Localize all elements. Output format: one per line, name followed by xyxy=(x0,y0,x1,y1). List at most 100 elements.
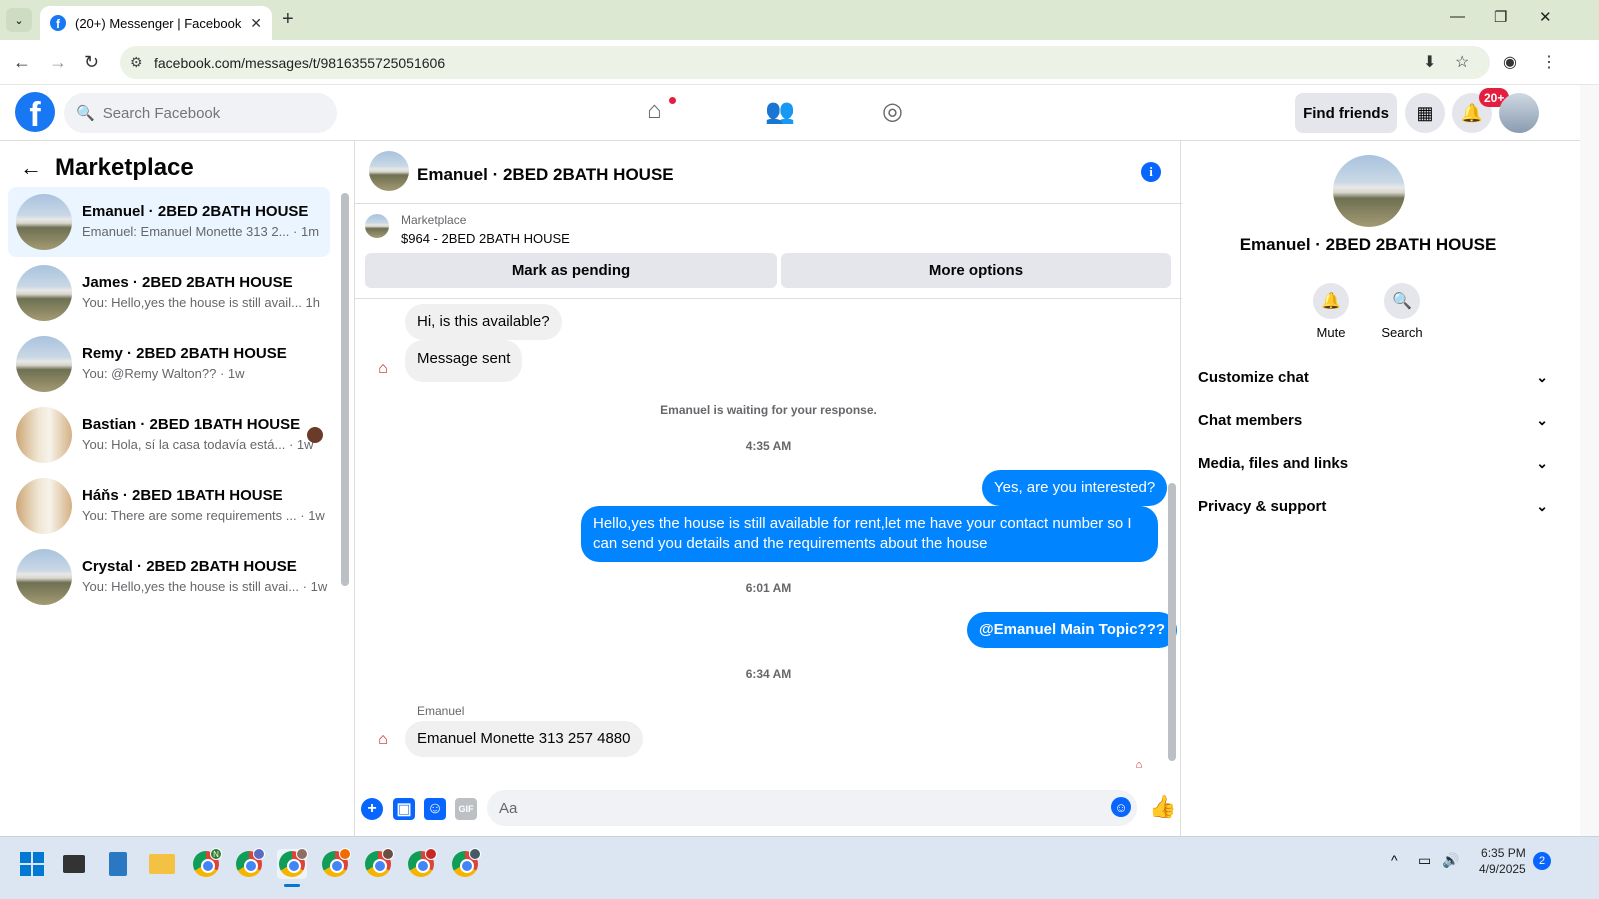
timestamp: 6:01 AM xyxy=(745,581,792,595)
chrome-profile-icon[interactable]: N xyxy=(191,848,222,879)
sender-name: Emanuel xyxy=(417,704,465,718)
marketplace-listing-bar: Marketplace $964 - 2BED 2BATH HOUSE Mark… xyxy=(355,204,1182,299)
chrome-profile-icon[interactable] xyxy=(450,848,481,879)
site-info-icon[interactable]: ⚙ xyxy=(130,54,143,71)
browser-menu-icon[interactable]: ⋮ xyxy=(1541,52,1557,72)
conversation-preview: Emanuel: Emanuel Monette 313 2... · 1m xyxy=(82,224,320,239)
conversation-item[interactable]: Bastian · 2BED 1BATH HOUSE You: Hola, sí… xyxy=(8,400,330,470)
thumbs-up-icon[interactable]: 👍 xyxy=(1149,794,1176,820)
conversation-item[interactable]: Emanuel · 2BED 2BATH HOUSE Emanuel: Eman… xyxy=(8,187,330,257)
chrome-profile-icon[interactable] xyxy=(320,848,351,879)
back-arrow-icon[interactable]: ← xyxy=(20,155,42,181)
outgoing-message[interactable]: Yes, are you interested? xyxy=(982,470,1168,506)
media-files-links-row[interactable]: Media, files and links ⌄ xyxy=(1198,455,1548,472)
conversation-item[interactable]: James · 2BED 2BATH HOUSE You: Hello,yes … xyxy=(8,258,330,328)
chat-members-row[interactable]: Chat members ⌄ xyxy=(1198,412,1548,429)
search-input[interactable] xyxy=(102,104,323,122)
restore-icon[interactable]: ❐ xyxy=(1494,8,1507,26)
chrome-profile-icon[interactable] xyxy=(277,848,308,879)
emoji-icon[interactable]: ☺ xyxy=(1111,797,1131,817)
message-input[interactable]: Aa xyxy=(487,790,1137,826)
windows-start-icon[interactable] xyxy=(17,849,47,879)
listing-thumbnail[interactable] xyxy=(365,214,389,238)
privacy-support-row[interactable]: Privacy & support ⌄ xyxy=(1198,498,1548,515)
chevron-down-icon: ⌄ xyxy=(1536,455,1548,471)
plus-icon[interactable]: + xyxy=(361,798,383,820)
home-icon[interactable]: ⌂ xyxy=(647,97,662,125)
conversation-list-scrollbar[interactable] xyxy=(341,193,349,586)
install-app-icon[interactable]: ⬇ xyxy=(1423,52,1436,72)
chat-panel: Emanuel · 2BED 2BATH HOUSE i Marketplace… xyxy=(354,141,1182,836)
conversation-preview: You: @Remy Walton?? · 1w xyxy=(82,366,245,381)
browser-tab-strip: ⌄ f (20+) Messenger | Facebook ✕ + — ❐ ✕ xyxy=(0,0,1599,40)
facebook-logo-icon[interactable]: f xyxy=(15,92,55,132)
facebook-favicon-icon: f xyxy=(50,15,66,31)
url-field[interactable]: ⚙ facebook.com/messages/t/98163557250516… xyxy=(120,46,1490,79)
find-friends-button[interactable]: Find friends xyxy=(1295,93,1397,133)
info-icon[interactable]: i xyxy=(1141,162,1161,182)
incoming-message[interactable]: Hi, is this available? xyxy=(405,304,562,340)
sticker-icon[interactable]: ☺ xyxy=(424,798,446,820)
back-icon[interactable]: ← xyxy=(13,52,31,73)
chat-title[interactable]: Emanuel · 2BED 2BATH HOUSE xyxy=(417,165,674,185)
file-explorer-icon[interactable] xyxy=(147,849,177,879)
system-clock[interactable]: 6:35 PM 4/9/2025 xyxy=(1479,845,1526,877)
chevron-down-icon: ⌄ xyxy=(1536,369,1548,385)
menu-grid-icon[interactable]: ▦ xyxy=(1405,93,1445,133)
close-window-icon[interactable]: ✕ xyxy=(1539,8,1552,26)
incoming-message[interactable]: Message sent xyxy=(405,340,523,382)
chevron-down-icon: ⌄ xyxy=(1536,412,1548,428)
notepad-icon[interactable] xyxy=(103,849,133,879)
profile-icon[interactable]: ◉ xyxy=(1503,52,1517,72)
task-view-icon[interactable] xyxy=(59,849,89,879)
chat-scrollbar[interactable] xyxy=(1168,483,1176,761)
listing-title[interactable]: $964 - 2BED 2BATH HOUSE xyxy=(401,231,570,246)
conversation-item[interactable]: Crystal · 2BED 2BATH HOUSE You: Hello,ye… xyxy=(8,542,330,612)
browser-tab[interactable]: f (20+) Messenger | Facebook ✕ xyxy=(40,6,272,40)
url-text: facebook.com/messages/t/9816355725051606 xyxy=(154,54,446,71)
page-scrollbar[interactable] xyxy=(1580,85,1599,836)
conversation-name: Háňs · 2BED 1BATH HOUSE xyxy=(82,487,283,504)
conversation-name: Crystal · 2BED 2BATH HOUSE xyxy=(82,558,297,575)
search-in-chat-button[interactable]: 🔍 Search xyxy=(1367,283,1437,340)
facebook-header: f 🔍 ⌂ 👥 ◎ Find friends ▦ 🔔 xyxy=(0,85,1580,141)
notification-center-badge[interactable]: 2 xyxy=(1533,852,1551,870)
more-options-button[interactable]: More options xyxy=(781,253,1171,288)
conversation-item[interactable]: Remy · 2BED 2BATH HOUSE You: @Remy Walto… xyxy=(8,329,330,399)
bookmark-star-icon[interactable]: ☆ xyxy=(1455,52,1469,72)
account-avatar[interactable] xyxy=(1499,93,1539,133)
chrome-profile-icon[interactable] xyxy=(234,848,265,879)
customize-chat-row[interactable]: Customize chat ⌄ xyxy=(1198,369,1548,386)
gif-icon[interactable]: GIF xyxy=(455,798,477,820)
mute-button[interactable]: 🔔 Mute xyxy=(1296,283,1366,340)
tab-search-button[interactable]: ⌄ xyxy=(6,8,32,32)
windows-taskbar: N ^ ▭ 🔊 6:35 PM 4/9/2025 2 xyxy=(0,836,1599,899)
conversation-thumbnail xyxy=(16,407,72,463)
minimize-icon[interactable]: — xyxy=(1450,8,1465,25)
photo-icon[interactable]: ▣ xyxy=(393,798,415,820)
panel-title: Marketplace xyxy=(55,154,194,181)
chat-avatar[interactable] xyxy=(369,151,409,191)
outgoing-message[interactable]: @Emanuel Main Topic??? xyxy=(967,612,1178,648)
search-box[interactable]: 🔍 xyxy=(64,93,337,133)
conversation-name: Remy · 2BED 2BATH HOUSE xyxy=(82,345,287,362)
reload-icon[interactable]: ↻ xyxy=(84,52,99,73)
chrome-profile-icon[interactable] xyxy=(363,848,394,879)
conversation-thumbnail xyxy=(16,265,72,321)
conversation-item[interactable]: Háňs · 2BED 1BATH HOUSE You: There are s… xyxy=(8,471,330,541)
incoming-message[interactable]: Emanuel Monette 313 257 4880 xyxy=(405,721,643,757)
outgoing-message[interactable]: Hello,yes the house is still available f… xyxy=(581,506,1158,562)
new-tab-icon[interactable]: + xyxy=(282,8,294,31)
groups-icon[interactable]: ◎ xyxy=(882,97,903,126)
details-avatar[interactable] xyxy=(1333,155,1405,227)
conversation-list-panel: ← Marketplace Emanuel · 2BED 2BATH HOUSE… xyxy=(0,141,353,836)
chrome-profile-icon[interactable] xyxy=(406,848,437,879)
mark-as-pending-button[interactable]: Mark as pending xyxy=(365,253,777,288)
volume-icon[interactable]: 🔊 xyxy=(1442,852,1459,869)
address-bar-row: ← → ↻ ⚙ facebook.com/messages/t/98163557… xyxy=(0,40,1599,85)
chevron-up-icon[interactable]: ^ xyxy=(1391,852,1398,868)
friends-icon[interactable]: 👥 xyxy=(765,97,795,126)
close-tab-icon[interactable]: ✕ xyxy=(250,15,262,32)
network-icon[interactable]: ▭ xyxy=(1418,852,1431,869)
forward-icon[interactable]: → xyxy=(49,52,67,73)
